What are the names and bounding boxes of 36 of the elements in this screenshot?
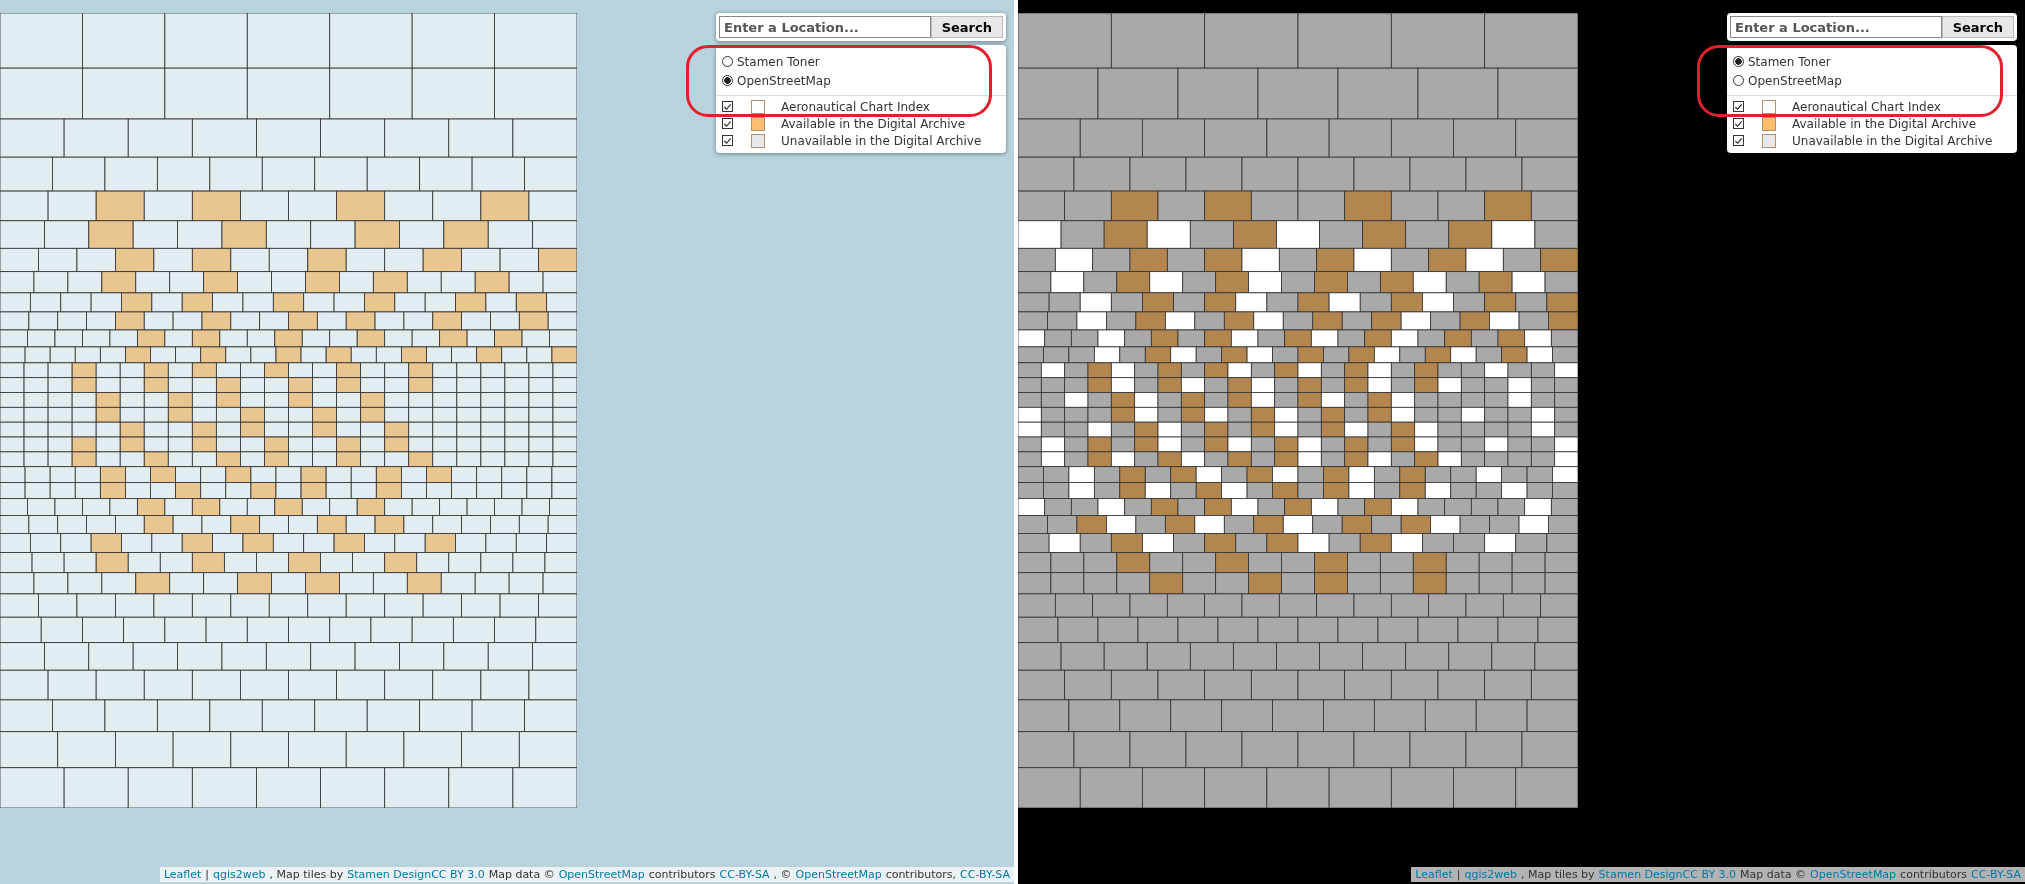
attribution-link[interactable]: CC-BY-SA — [1971, 868, 2021, 881]
attribution-text: Map data © — [1740, 868, 1807, 881]
legend-label: Aeronautical Chart Index — [781, 99, 930, 114]
attribution-text: , Map tiles by — [269, 868, 344, 881]
legend-label: Available in the Digital Archive — [1792, 116, 1977, 131]
search-field[interactable]: Enter a Location... — [719, 16, 931, 38]
attribution-text: , © — [773, 868, 792, 881]
attribution-link[interactable]: OpenStreetMap — [1810, 868, 1897, 881]
layer-label[interactable]: Stamen Toner — [737, 54, 820, 69]
attribution-link[interactable]: qgis2web — [213, 868, 266, 881]
attribution-text: Map data © — [488, 868, 555, 881]
attribution-link[interactable]: OpenStreetMap — [795, 868, 882, 881]
attribution-link[interactable]: qgis2web — [1464, 868, 1517, 881]
legend-label: Available in the Digital Archive — [781, 116, 966, 131]
attribution-text: | — [1456, 868, 1461, 881]
layer-label[interactable]: Stamen Toner — [1748, 54, 1831, 69]
attribution-link[interactable]: Leaflet — [163, 868, 202, 881]
legend-label: Unavailable in the Digital Archive — [1792, 133, 1993, 148]
attribution-text: contributors — [1900, 868, 1967, 881]
search-button[interactable]: Search — [930, 16, 1003, 38]
attribution-text: | — [205, 868, 210, 881]
attribution-text: contributors — [648, 868, 716, 881]
attribution-text: , Map tiles by — [1521, 868, 1595, 881]
attribution-link[interactable]: CC-BY-SA — [960, 868, 1010, 881]
attribution-link[interactable]: CC-BY-SA — [719, 868, 770, 881]
legend-label: Unavailable in the Digital Archive — [781, 133, 982, 148]
layer-label[interactable]: OpenStreetMap — [737, 73, 831, 88]
search-field[interactable]: Enter a Location... — [1730, 16, 1942, 38]
attribution-link[interactable]: Leaflet — [1415, 868, 1453, 881]
layer-label[interactable]: OpenStreetMap — [1748, 73, 1842, 88]
attribution-text: contributors, — [885, 868, 956, 881]
legend-label: Aeronautical Chart Index — [1792, 99, 1941, 114]
attribution-link[interactable]: Stamen DesignCC BY 3.0 — [347, 868, 485, 881]
search-button[interactable]: Search — [1941, 16, 2014, 38]
attribution-link[interactable]: Stamen DesignCC BY 3.0 — [1598, 868, 1737, 881]
attribution-link[interactable]: OpenStreetMap — [558, 868, 645, 881]
